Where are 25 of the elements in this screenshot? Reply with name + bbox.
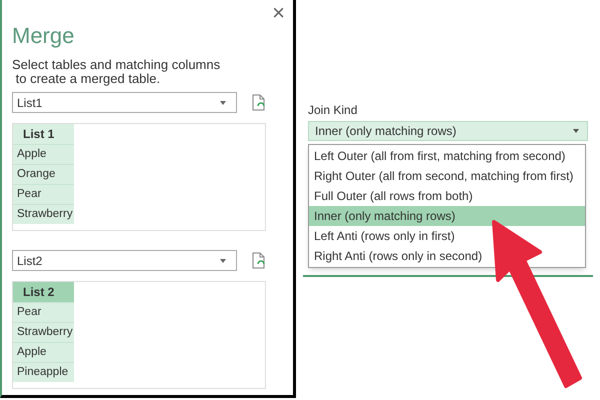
table-cell: Pear: [13, 184, 74, 204]
dropdown-option[interactable]: Full Outer (all rows from both): [309, 186, 478, 206]
table-cell: Strawberry: [13, 204, 74, 224]
table-cell: Pear: [13, 302, 74, 322]
dropdown-option[interactable]: Right Outer (all from second, matching from first): [309, 166, 578, 186]
field-label: Join Kind: [308, 102, 358, 119]
instructions: Select tables and matching columns to create a merged table.: [12, 58, 222, 86]
table-dropdown[interactable]: List1: [12, 92, 237, 113]
table-cell: Pineapple: [13, 362, 74, 382]
dropdown-option[interactable]: Left Anti (rows only in first): [309, 226, 460, 246]
table-cell: Strawberry: [13, 322, 74, 342]
dialog-title: Merge: [12, 22, 76, 50]
table-cell: Apple: [13, 342, 74, 362]
join-kind-dropdown[interactable]: Inner (only matching rows): [308, 121, 588, 141]
dropdown-option[interactable]: Inner (only matching rows): [309, 206, 585, 226]
refresh-document-icon[interactable]: [252, 94, 266, 111]
column-header[interactable]: List 1: [13, 124, 74, 144]
table-dropdown[interactable]: List2: [12, 250, 237, 271]
table-cell: Orange: [13, 164, 74, 184]
close-button[interactable]: ×: [272, 2, 285, 24]
dropdown-option[interactable]: Left Outer (all from first, matching from second): [309, 146, 570, 166]
table-cell: Apple: [13, 144, 74, 164]
refresh-document-icon[interactable]: [252, 252, 266, 269]
dropdown-option[interactable]: Right Anti (rows only in second): [309, 246, 488, 266]
column-header[interactable]: List 2: [13, 282, 74, 302]
